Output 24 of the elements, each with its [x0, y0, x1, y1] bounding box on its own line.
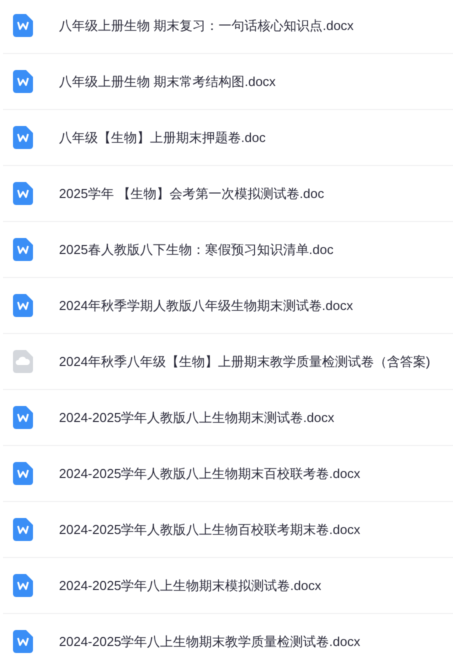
file-name[interactable]: 2024-2025学年八上生物期末教学质量检测试卷.docx: [59, 632, 360, 652]
word-file-icon: [13, 294, 33, 317]
word-file-icon: [13, 406, 33, 429]
file-name[interactable]: 2025春人教版八下生物：寒假预习知识清单.doc: [59, 240, 334, 260]
file-name[interactable]: 八年级【生物】上册期末押题卷.doc: [59, 128, 266, 148]
word-file-icon: [13, 182, 33, 205]
word-file-icon: [13, 238, 33, 261]
cloud-file-icon: [13, 350, 33, 373]
file-name[interactable]: 2024年秋季八年级【生物】上册期末教学质量检测试卷（含答案): [59, 352, 430, 372]
word-file-icon: [13, 70, 33, 93]
file-name[interactable]: 2024-2025学年八上生物期末模拟测试卷.docx: [59, 576, 322, 596]
word-file-icon: [13, 630, 33, 653]
word-file-icon: [13, 574, 33, 597]
file-name[interactable]: 八年级上册生物 期末复习：一句话核心知识点.docx: [59, 16, 354, 36]
file-name[interactable]: 2024年秋季学期人教版八年级生物期末测试卷.docx: [59, 296, 353, 316]
word-file-icon: [13, 14, 33, 37]
file-name[interactable]: 2025学年 【生物】会考第一次模拟测试卷.doc: [59, 184, 324, 204]
file-name[interactable]: 2024-2025学年人教版八上生物百校联考期末卷.docx: [59, 520, 360, 540]
file-name[interactable]: 2024-2025学年人教版八上生物期末百校联考卷.docx: [59, 464, 360, 484]
word-file-icon: [13, 518, 33, 541]
word-file-icon: [13, 126, 33, 149]
file-name[interactable]: 2024-2025学年人教版八上生物期末测试卷.docx: [59, 408, 334, 428]
word-file-icon: [13, 462, 33, 485]
file-name[interactable]: 八年级上册生物 期末常考结构图.docx: [59, 72, 276, 92]
